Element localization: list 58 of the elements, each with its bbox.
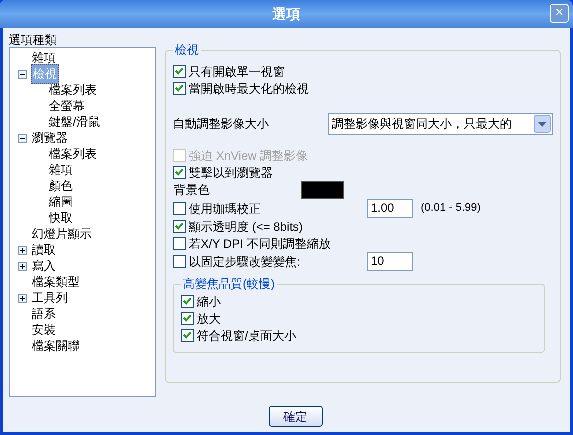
number-field[interactable]: 1.00 [367,199,413,218]
checkbox[interactable] [173,220,186,233]
checkbox[interactable] [173,82,186,95]
checkbox-label: 顯示透明度 (<= 8bits) [189,218,304,236]
tree-item[interactable]: 寫入 [31,257,57,275]
tree-item[interactable]: 檔案列表 [48,145,98,163]
checkbox-label: 使用珈瑪校正 [189,200,261,218]
tree-item[interactable]: 語系 [31,305,57,323]
checkbox[interactable] [173,202,186,215]
tree-item[interactable]: 雜項 [48,161,74,179]
collapse-icon[interactable] [18,70,27,78]
tree-item[interactable]: 工具列 [31,289,69,307]
checkbox-label: 雙擊以到瀏覽器 [189,164,273,182]
tree-item[interactable]: 幻燈片顯示 [31,225,93,243]
color-swatch[interactable] [301,181,344,199]
checkbox-label: 放大 [197,310,221,328]
tree-item[interactable]: 全螢幕 [48,97,86,115]
tree-item[interactable]: 縮圖 [48,193,74,211]
checkbox-label: 當開啟時最大化的檢視 [189,80,309,98]
select-label: 自動調整影像大小 [173,116,270,133]
window-title: 選項 [272,4,300,24]
checkbox[interactable] [173,166,186,179]
checkbox[interactable] [173,65,186,78]
tree-item[interactable]: 雜項 [31,49,57,67]
tree-item[interactable]: 瀏覽器 [31,129,69,147]
checkbox-label: 符合視窗/桌面大小 [197,328,296,344]
checkbox[interactable] [181,295,194,308]
tree-item[interactable]: 檔案列表 [48,81,98,99]
checkbox[interactable] [173,255,186,268]
checkbox-label: 只有開啟單一視窗 [189,64,285,80]
range-hint: (0.01 - 5.99) [421,201,481,216]
tree-item[interactable]: 顏色 [48,177,74,195]
ok-button[interactable]: 確定 [268,406,322,427]
checkbox-label: 縮小 [197,294,221,310]
checkmark-icon [175,222,184,231]
checkbox[interactable] [181,312,194,325]
expand-icon[interactable] [18,294,27,302]
tree-item[interactable]: 快取 [48,209,74,227]
category-label: 選項種類 [9,32,58,47]
tree-item[interactable]: 安裝 [31,321,57,339]
checkbox-label: 以固定步驟改變變焦: [189,254,300,270]
checkbox-label: 強迫 XnView 調整影像 [189,148,308,164]
checkbox[interactable] [181,329,194,342]
collapse-icon[interactable] [18,134,27,142]
tree-item[interactable]: 檔案關聯 [31,337,81,355]
expand-icon[interactable] [18,246,27,254]
resize-dropdown[interactable]: 調整影像與視窗同大小，只最大的 [328,113,553,135]
checkbox[interactable] [173,237,186,250]
tree-item[interactable]: 檔案類型 [31,273,81,291]
checkmark-icon [175,168,184,177]
group-title: 高變焦品質(較慢) [182,276,276,293]
tree-item[interactable]: 讀取 [31,241,57,259]
color-label: 背景色 [173,182,211,199]
expand-icon[interactable] [18,262,27,270]
number-field[interactable]: 10 [367,252,413,271]
tree-item[interactable]: 鍵盤/滑鼠 [48,113,102,131]
checkbox-label: 若X/Y DPI 不同則調整縮放 [189,236,331,252]
group-title: 檢視 [174,42,200,59]
